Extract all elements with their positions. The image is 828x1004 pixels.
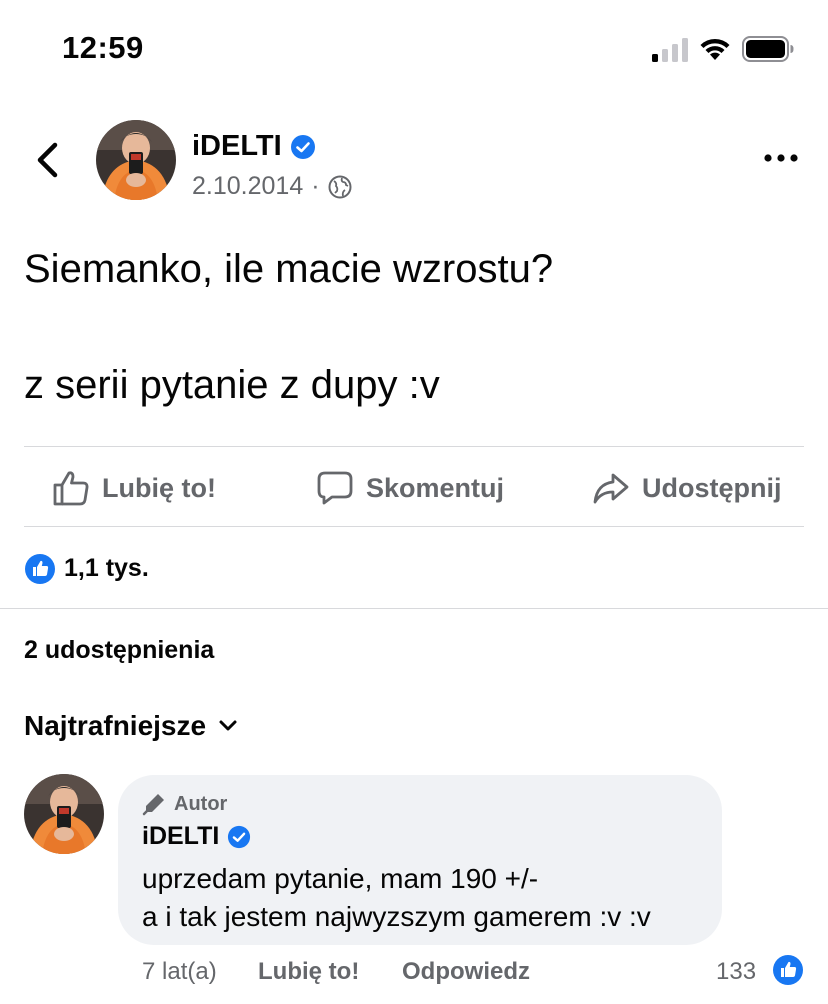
reactions-count[interactable]: 1,1 tys.	[64, 554, 149, 583]
more-icon[interactable]	[762, 148, 800, 168]
divider	[0, 608, 828, 609]
comment-author-name[interactable]: iDELTI	[142, 822, 219, 851]
comment-time[interactable]: 7 lat(a)	[142, 958, 217, 986]
comment-reply-button[interactable]: Odpowiedz	[402, 958, 530, 986]
comment-reaction-count[interactable]: 133	[716, 958, 756, 986]
avatar-image	[24, 774, 104, 854]
back-arrow-icon[interactable]	[30, 140, 64, 180]
author-tag: Autor	[142, 792, 227, 816]
verified-icon	[290, 134, 315, 159]
pencil-icon	[142, 794, 164, 816]
like-label: Lubię to!	[102, 472, 216, 503]
cellular-signal-icon	[652, 38, 688, 62]
like-icon	[53, 471, 89, 506]
post-date[interactable]: 2.10.2014	[192, 172, 303, 201]
author-avatar[interactable]	[96, 120, 176, 200]
verified-icon	[228, 825, 251, 848]
author-name-row[interactable]: iDELTI	[192, 130, 316, 163]
comment-icon	[317, 471, 353, 505]
comment-button[interactable]: Skomentuj	[316, 466, 504, 510]
comment-author-row[interactable]: iDELTI	[142, 822, 251, 851]
like-reaction-icon[interactable]	[772, 954, 804, 986]
comment-label: Skomentuj	[366, 472, 505, 503]
status-time: 12:59	[62, 30, 144, 65]
post-text: Siemanko, ile macie wzrostu? z serii pyt…	[24, 247, 554, 407]
like-button[interactable]: Lubię to!	[52, 466, 216, 510]
post-meta: 2.10.2014 ·	[192, 172, 352, 201]
divider	[24, 446, 804, 447]
divider	[24, 526, 804, 527]
avatar-image	[96, 120, 176, 200]
globe-icon	[328, 175, 352, 198]
comment-sort-dropdown[interactable]: Najtrafniejsze	[24, 710, 238, 742]
comment-text: uprzedam pytanie, mam 190 +/- a i tak je…	[142, 863, 651, 932]
share-label: Udostępnij	[642, 472, 782, 503]
meta-separator: ·	[311, 172, 320, 200]
wifi-icon	[700, 38, 730, 60]
shares-count[interactable]: 2 udostępnienia	[24, 636, 214, 665]
share-button[interactable]: Udostępnij	[592, 466, 782, 510]
comment-like-button[interactable]: Lubię to!	[258, 958, 359, 986]
author-name[interactable]: iDELTI	[192, 130, 282, 163]
author-tag-label: Autor	[174, 792, 228, 815]
share-icon	[593, 473, 629, 504]
battery-icon	[742, 36, 794, 62]
chevron-down-icon	[219, 720, 237, 731]
comment-author-avatar[interactable]	[24, 774, 104, 854]
sort-label: Najtrafniejsze	[24, 710, 207, 741]
like-reaction-icon	[25, 554, 55, 584]
